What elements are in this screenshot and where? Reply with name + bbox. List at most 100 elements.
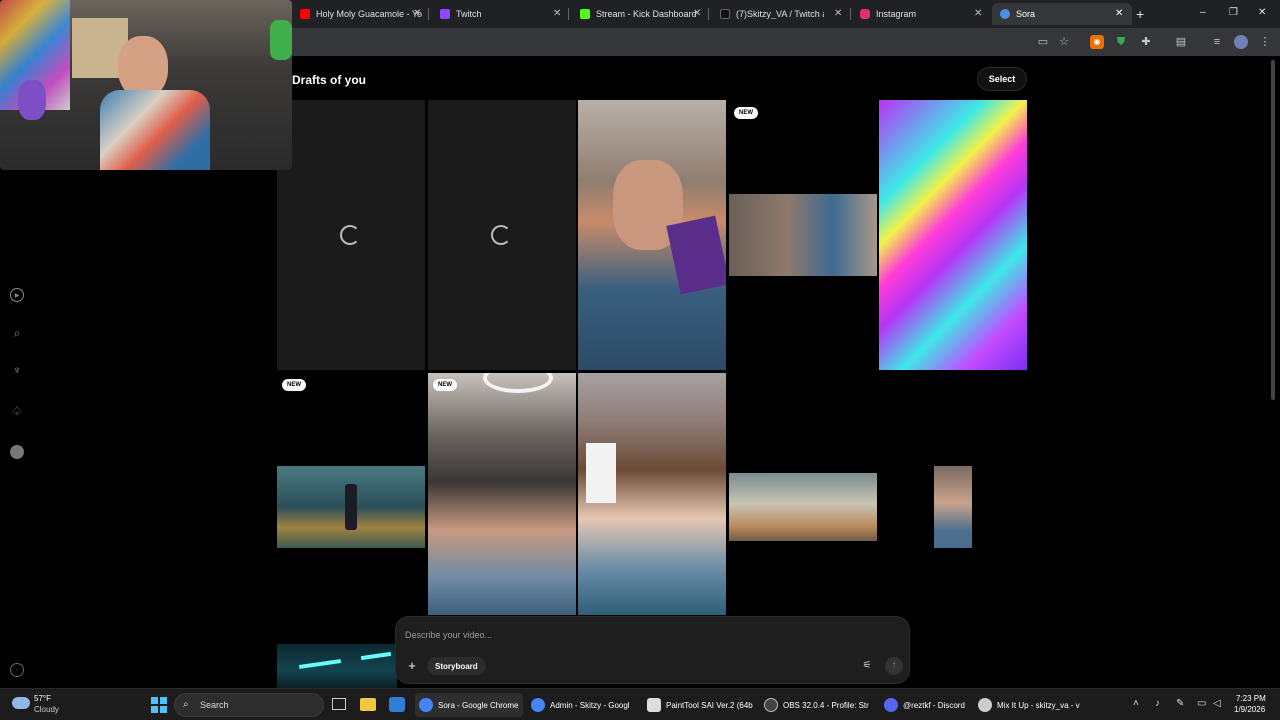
thumbnail-light-streak — [298, 659, 342, 669]
tab-instagram[interactable]: Instagram — [852, 3, 990, 25]
draft-tile-video[interactable] — [277, 466, 425, 548]
tab-close-icon[interactable]: ✕ — [413, 8, 421, 19]
side-panel-icon[interactable]: ▤ — [1174, 35, 1188, 49]
cloudy-weather-icon[interactable] — [12, 697, 30, 709]
tab-close-icon[interactable]: ✕ — [834, 8, 842, 19]
explore-icon[interactable]: ▶ — [10, 288, 24, 302]
draft-tile-video[interactable] — [578, 373, 726, 615]
send-button[interactable]: ↑ — [885, 657, 903, 675]
new-badge: NEW — [734, 107, 758, 119]
thumbnail-ring-light — [483, 373, 553, 393]
tab-close-icon[interactable]: ✕ — [693, 8, 701, 19]
obs-icon — [764, 698, 778, 712]
taskbar-app-admin-chrome[interactable]: Admin - Skitzy - Googl — [531, 693, 639, 717]
tab-divider — [850, 8, 851, 20]
taskbar-app-label: Sora - Google Chrome — [438, 700, 519, 710]
clock-date[interactable]: 1/9/2026 — [1234, 705, 1265, 714]
extensions-puzzle-icon[interactable]: ✚ — [1139, 35, 1153, 49]
taskbar-app-mixitup[interactable]: Mix It Up - skitzy_va - v — [978, 693, 1084, 717]
minimize-icon[interactable]: – — [1200, 7, 1206, 18]
extension-shield-icon[interactable]: ⛊ — [1114, 35, 1128, 49]
draft-tile-video[interactable] — [277, 644, 397, 688]
webcam-plush — [18, 80, 46, 120]
page-title: Drafts of you — [292, 73, 367, 87]
select-button[interactable]: Select — [977, 67, 1027, 91]
draft-tile-video[interactable] — [428, 373, 576, 615]
thumbnail-light-streak — [360, 651, 392, 661]
prompt-input[interactable]: Describe your video... — [405, 630, 492, 640]
profile-avatar-icon[interactable] — [1234, 35, 1248, 49]
chrome-menu-icon[interactable]: ⋮ — [1258, 35, 1272, 49]
clock-time[interactable]: 7:23 PM — [1236, 694, 1266, 703]
volume-icon[interactable]: ◁ — [1213, 698, 1221, 709]
tab-title: Sora — [1016, 9, 1036, 19]
tab-close-icon[interactable]: ✕ — [1115, 8, 1123, 19]
tab-divider — [428, 8, 429, 20]
tab-title: Instagram — [876, 9, 917, 19]
settings-icon[interactable]: · — [10, 663, 24, 677]
tab-twitch[interactable]: Twitch — [432, 3, 570, 25]
page-scrollbar[interactable] — [1271, 60, 1275, 400]
taskbar-app-painttool[interactable]: PaintTool SAI Ver.2 (64b — [647, 693, 755, 717]
tiktok-icon — [720, 9, 730, 19]
tab-sora[interactable]: Sora — [992, 3, 1132, 25]
tab-title: Twitch — [456, 9, 482, 19]
search-icon[interactable]: ⌕ — [10, 326, 24, 340]
draft-tile-loading[interactable] — [277, 100, 425, 370]
twitch-icon — [440, 9, 450, 19]
tab-kick[interactable]: Stream - Kick Dashboard — [572, 3, 710, 25]
tab-title: Stream - Kick Dashboard — [596, 9, 697, 19]
microphone-icon[interactable]: ♪ — [1155, 698, 1160, 709]
storyboard-button[interactable]: Storyboard — [427, 657, 486, 675]
media-controls-icon[interactable]: ≡ — [1210, 35, 1224, 49]
draft-tile-video[interactable] — [934, 466, 972, 548]
tab-youtube[interactable]: Holy Moly Guacamole - Yo — [292, 3, 430, 25]
taskbar-app-discord[interactable]: @reztkf - Discord — [884, 693, 968, 717]
draft-tile-video[interactable] — [879, 100, 1027, 370]
task-view-icon[interactable] — [332, 698, 346, 710]
webcam-figurine — [270, 20, 292, 60]
bookmark-star-icon[interactable]: ☆ — [1057, 35, 1071, 49]
maximize-icon[interactable]: ❐ — [1229, 7, 1238, 18]
tab-tiktok[interactable]: (7)Skitzy_VA / Twitch and — [712, 3, 832, 25]
weather-temperature[interactable]: 57°F — [34, 694, 51, 703]
tab-close-icon[interactable]: ✕ — [553, 8, 561, 19]
taskbar-search[interactable]: ⌕ Search — [174, 693, 324, 717]
trophy-icon[interactable]: ♆ — [10, 363, 24, 377]
draft-tile-video[interactable] — [729, 473, 877, 541]
mixitup-icon — [978, 698, 992, 712]
prompt-composer: Describe your video... + Storyboard ⚟ ↑ — [395, 616, 910, 684]
draft-tile-video[interactable] — [578, 100, 726, 370]
close-window-icon[interactable]: ✕ — [1258, 7, 1266, 18]
webcam-person-shirt — [100, 90, 210, 170]
painttool-icon — [647, 698, 661, 712]
add-media-button[interactable]: + — [403, 657, 421, 675]
tray-overflow-chevron-icon[interactable]: ˄ — [1133, 698, 1139, 709]
new-tab-button[interactable]: + — [1136, 6, 1144, 22]
windows-start-icon[interactable] — [151, 697, 167, 713]
thumbnail-sign — [586, 443, 616, 503]
draft-tile-video[interactable] — [729, 194, 877, 276]
taskbar-app-sora-chrome[interactable]: Sora - Google Chrome — [415, 693, 523, 717]
taskbar-app-obs[interactable]: OBS 32.0.4 - Profile: Str — [764, 693, 872, 717]
new-badge: NEW — [282, 379, 306, 391]
kick-icon — [580, 9, 590, 19]
network-icon[interactable]: ▭ — [1197, 698, 1206, 709]
install-app-icon[interactable]: ▭ — [1036, 35, 1050, 49]
draft-tile-loading[interactable] — [428, 100, 576, 370]
weather-condition[interactable]: Cloudy — [34, 705, 59, 714]
tab-close-icon[interactable]: ✕ — [974, 8, 982, 19]
file-explorer-icon[interactable] — [360, 698, 376, 711]
taskbar-app-label: @reztkf - Discord — [903, 700, 965, 710]
tab-title: Holy Moly Guacamole - Yo — [316, 9, 422, 19]
loading-spinner-icon — [340, 225, 360, 245]
new-badge: NEW — [433, 379, 457, 391]
extension-rss-icon[interactable]: ◉ — [1090, 35, 1104, 49]
settings-sliders-icon[interactable]: ⚟ — [858, 657, 876, 675]
store-app-icon[interactable] — [389, 697, 405, 712]
search-label: Search — [200, 700, 229, 710]
profile-avatar[interactable] — [10, 445, 24, 459]
taskbar-app-label: Mix It Up - skitzy_va - v — [997, 700, 1080, 710]
notifications-bell-icon[interactable]: ♤ — [10, 404, 24, 418]
pen-icon[interactable]: ✎ — [1176, 698, 1184, 709]
